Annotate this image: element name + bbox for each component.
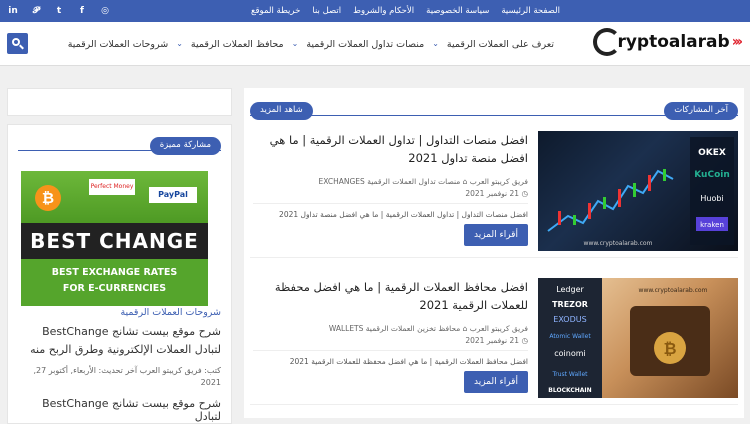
- sidebar: مشاركة مميزة ₿ Perfect Money PayPal BEST…: [7, 88, 232, 424]
- top-link-terms[interactable]: الأحكام والشروط: [353, 6, 414, 16]
- pinterest-icon[interactable]: 𝓟: [31, 6, 41, 16]
- tag-icon: ⌂: [460, 177, 468, 186]
- post-meta: فريق كريبتو العرب ⌂ محافظ تخزين العملات …: [253, 323, 528, 334]
- kraken-label: kraken: [700, 221, 724, 229]
- main-content: آخر المشاركات شاهد المزيد OKEX KuCoin Hu…: [244, 88, 744, 418]
- top-nav: الصفحة الرئيسية سياسة الخصوصية الأحكام و…: [251, 0, 560, 22]
- site-header: ryptoalarab ››› تعرف على العملات الرقمية…: [0, 22, 750, 66]
- post-thumbnail[interactable]: OKEX KuCoin Huobi kraken www.cryptoalara…: [538, 131, 738, 251]
- clock-icon: ◷: [519, 336, 528, 345]
- bestchange-tagline: BEST EXCHANGE RATES FOR E-CURRENCIES: [21, 259, 208, 306]
- post-author: فريق كريبتو العرب: [469, 324, 528, 333]
- search-icon-handle: [19, 44, 24, 50]
- post-excerpt: افضل محافظ العملات الرقمية | ما هي افضل …: [253, 350, 528, 366]
- facebook-icon[interactable]: f: [77, 6, 87, 16]
- post-thumbnail[interactable]: Ledger TREZOR EXODUS Atomic Wallet coino…: [538, 278, 738, 398]
- featured-title[interactable]: شرح موقع بيست تشانج BestChange لتبادل ال…: [16, 323, 221, 359]
- featured-image[interactable]: ₿ Perfect Money PayPal BEST CHANGE BEST …: [21, 171, 208, 306]
- featured-label: مشاركة مميزة: [149, 137, 221, 155]
- top-link-contact[interactable]: اتصل بنا: [312, 6, 341, 16]
- trezor-label: TREZOR: [552, 300, 588, 309]
- svg-text:₿: ₿: [663, 339, 676, 358]
- post-date-row: ◷ 21 نوفمبر 2021: [253, 188, 528, 199]
- post-category[interactable]: منصات تداول العملات الرقمية EXCHANGES: [319, 177, 461, 186]
- sidebar-empty-widget: [7, 88, 232, 116]
- featured-image-top: ₿ Perfect Money PayPal: [21, 171, 208, 223]
- logo-arrows-icon: ›››: [731, 34, 743, 50]
- chevron-down-icon: ⌄: [176, 39, 183, 48]
- featured-post-widget: مشاركة مميزة ₿ Perfect Money PayPal BEST…: [7, 124, 232, 424]
- coinomi-label: coinomi: [554, 349, 586, 358]
- latest-posts-label: آخر المشاركات: [664, 102, 738, 120]
- clock-icon: ◷: [519, 189, 528, 198]
- post-date: 21 نوفمبر 2021: [465, 189, 520, 198]
- wallet-image: Ledger TREZOR EXODUS Atomic Wallet coino…: [538, 278, 710, 398]
- blockchain-label: BLOCKCHAIN: [548, 387, 591, 394]
- chevron-down-icon: ⌄: [291, 39, 299, 48]
- post-title[interactable]: افضل محافظ العملات الرقمية | ما هي افضل …: [253, 278, 528, 314]
- top-bar: الصفحة الرئيسية سياسة الخصوصية الأحكام و…: [0, 0, 750, 22]
- post-category[interactable]: محافظ تخزين العملات الرقمية WALLETS: [329, 324, 460, 333]
- bestchange-title: BEST CHANGE: [30, 229, 199, 253]
- bestchange-band: BEST CHANGE: [21, 223, 208, 259]
- nav-learn[interactable]: تعرف على العملات الرقمية: [447, 39, 554, 50]
- twitter-icon[interactable]: t: [54, 6, 64, 16]
- bitcoin-icon: ₿: [35, 185, 61, 211]
- okex-label: OKEX: [698, 148, 726, 158]
- site-logo[interactable]: ryptoalarab ›››: [593, 28, 743, 56]
- paypal-logo: PayPal: [149, 187, 197, 203]
- logo-text: ryptoalarab: [617, 32, 730, 52]
- read-more-button[interactable]: أقراء المزيد: [464, 224, 528, 246]
- watermark-label: www.cryptoalarab.com: [584, 240, 653, 247]
- main-nav: تعرف على العملات الرقمية ⌄ منصات تداول ا…: [68, 39, 554, 50]
- see-more-button[interactable]: شاهد المزيد: [250, 102, 313, 120]
- huobi-label: Huobi: [700, 194, 723, 203]
- top-link-privacy[interactable]: سياسة الخصوصية: [426, 6, 489, 16]
- featured-category[interactable]: شروحات العملات الرقمية: [16, 307, 221, 318]
- post-card: OKEX KuCoin Huobi kraken www.cryptoalara…: [250, 131, 738, 258]
- tagline-line2: FOR E-CURRENCIES: [62, 283, 167, 294]
- nav-wallets[interactable]: محافظ العملات الرقمية: [191, 39, 284, 50]
- trust-label: Trust Wallet: [551, 371, 588, 378]
- perfect-money-logo: Perfect Money: [89, 179, 135, 195]
- instagram-icon[interactable]: ◎: [100, 6, 110, 16]
- nav-tutorials[interactable]: شروحات العملات الرقمية: [68, 39, 169, 50]
- post-date: 21 نوفمبر 2021: [465, 336, 520, 345]
- featured-meta: كتب: فريق كريبتو العرب آخر تحديث: الأربع…: [33, 366, 221, 387]
- latest-posts-header: آخر المشاركات شاهد المزيد: [250, 102, 738, 120]
- atomic-label: Atomic Wallet: [549, 333, 591, 340]
- ledger-label: Ledger: [556, 285, 584, 294]
- post-author: فريق كريبتو العرب: [469, 177, 528, 186]
- read-more-button[interactable]: أقراء المزيد: [464, 371, 528, 393]
- post-meta: فريق كريبتو العرب ⌂ منصات تداول العملات …: [253, 176, 528, 187]
- top-link-sitemap[interactable]: خريطة الموقع: [251, 6, 300, 16]
- chevron-down-icon: ⌄: [432, 39, 439, 48]
- exodus-label: EXODUS: [553, 315, 586, 324]
- search-button[interactable]: [7, 33, 28, 54]
- post-title[interactable]: افضل منصات التداول | تداول العملات الرقم…: [253, 131, 528, 167]
- social-links: in 𝓟 t f ◎: [8, 0, 110, 22]
- tagline-line1: BEST EXCHANGE RATES: [51, 267, 178, 278]
- nav-exchanges[interactable]: منصات تداول العملات الرقمية: [306, 39, 424, 50]
- top-link-home[interactable]: الصفحة الرئيسية: [501, 6, 560, 16]
- featured-title-second[interactable]: شرح موقع بيست تشانج BestChange لتبادل: [16, 397, 221, 423]
- linkedin-icon[interactable]: in: [8, 6, 18, 16]
- post-excerpt: افضل منصات التداول | تداول العملات الرقم…: [253, 203, 528, 219]
- kucoin-label: KuCoin: [694, 170, 730, 180]
- watermark-label: www.cryptoalarab.com: [639, 287, 708, 294]
- post-date-row: ◷ 21 نوفمبر 2021: [253, 335, 528, 346]
- chart-image: OKEX KuCoin Huobi kraken www.cryptoalara…: [547, 137, 734, 247]
- post-card: Ledger TREZOR EXODUS Atomic Wallet coino…: [250, 278, 738, 405]
- featured-header: مشاركة مميزة: [18, 137, 221, 155]
- tag-icon: ⌂: [460, 324, 468, 333]
